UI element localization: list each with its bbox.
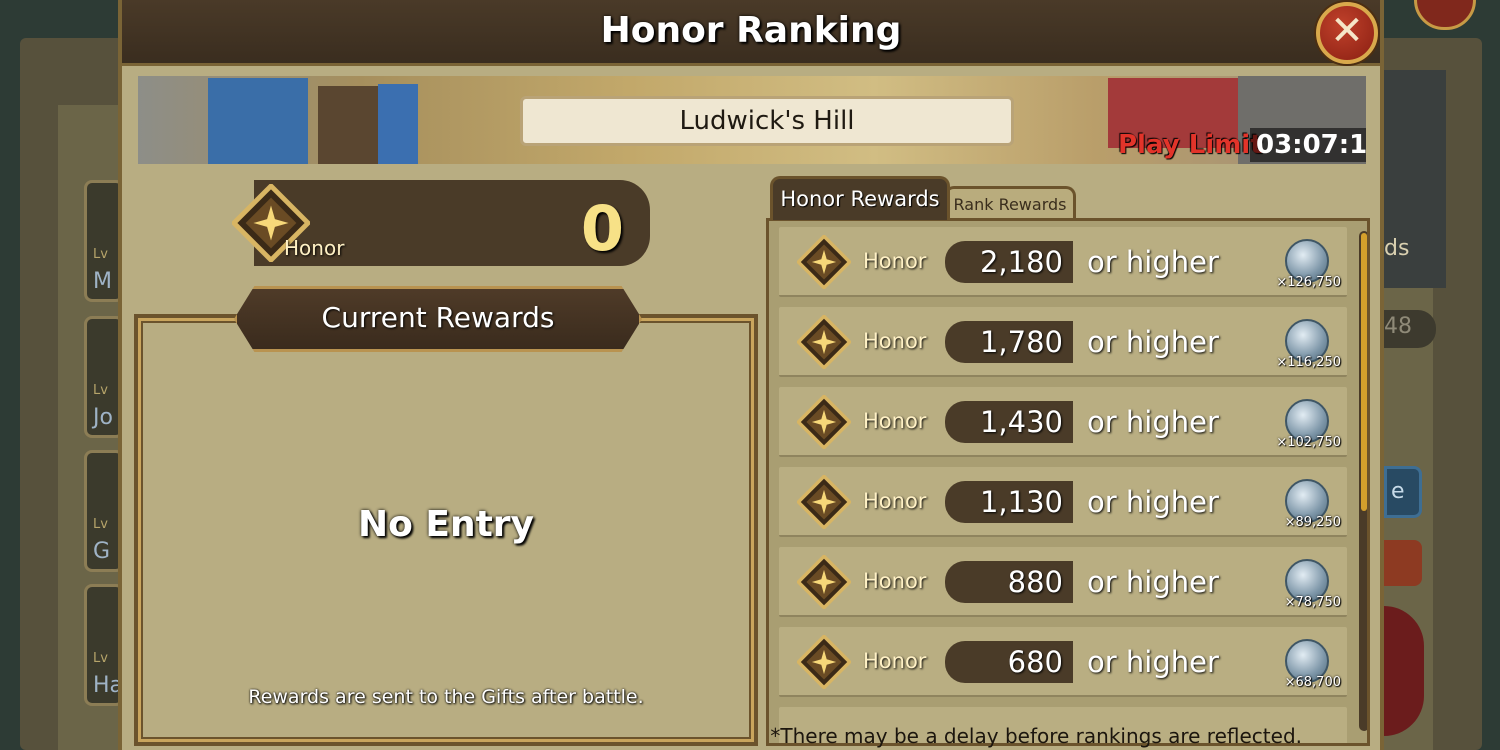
- background-red-button: [1384, 540, 1422, 586]
- background-rewards-text: ds: [1384, 236, 1410, 261]
- threshold-suffix: or higher: [1087, 485, 1219, 519]
- list-item: Honor 1,130 or higher ×89,250: [779, 467, 1347, 537]
- close-button[interactable]: ✕: [1316, 2, 1378, 64]
- background-card-level: Lv: [93, 517, 108, 532]
- modal-title: Honor Ranking: [600, 10, 902, 51]
- row-honor-label: Honor: [863, 249, 927, 273]
- list-item: Honor 2,180 or higher ×126,750: [779, 227, 1347, 297]
- honor-count: 0: [580, 192, 624, 265]
- list-item: Honor 680 or higher ×68,700: [779, 627, 1347, 697]
- honor-ranking-modal: Honor Ranking ✕ Ludwick's Hill Play Limi…: [118, 0, 1384, 750]
- threshold-suffix: or higher: [1087, 645, 1219, 679]
- honor-icon: [797, 315, 851, 369]
- honor-threshold: 680: [945, 641, 1073, 683]
- honor-icon: [797, 395, 851, 449]
- background-blue-button: e: [1384, 466, 1422, 518]
- reward-amount: ×78,750: [1284, 595, 1341, 610]
- play-limit-label: Play Limit: [1118, 130, 1263, 160]
- no-entry-text: No Entry: [357, 504, 535, 545]
- honor-threshold: 1,780: [945, 321, 1073, 363]
- honor-threshold: 1,130: [945, 481, 1073, 523]
- background-blue-button-text: e: [1391, 479, 1405, 504]
- row-honor-label: Honor: [863, 329, 927, 353]
- tab-rank-rewards[interactable]: Rank Rewards: [944, 186, 1076, 220]
- threshold-suffix: or higher: [1087, 405, 1219, 439]
- row-honor-label: Honor: [863, 569, 927, 593]
- banner-roof-illustration: [378, 84, 418, 164]
- background-red-emblem: [1384, 606, 1424, 736]
- close-icon: ✕: [1330, 8, 1364, 54]
- rewards-note: Rewards are sent to the Gifts after batt…: [248, 686, 644, 708]
- background-card-level: Lv: [93, 651, 108, 666]
- background-counter-text: 48: [1384, 314, 1412, 339]
- reward-amount: ×102,750: [1276, 435, 1341, 450]
- current-rewards-title-text: Current Rewards: [321, 301, 555, 334]
- tab-honor-rewards[interactable]: Honor Rewards: [770, 176, 950, 220]
- threshold-suffix: or higher: [1087, 245, 1219, 279]
- row-honor-label: Honor: [863, 489, 927, 513]
- row-honor-label: Honor: [863, 649, 927, 673]
- background-card-name: M: [93, 269, 112, 294]
- list-item: Honor 880 or higher ×78,750: [779, 547, 1347, 617]
- stage-name: Ludwick's Hill: [679, 106, 855, 136]
- honor-rewards-list[interactable]: Honor 2,180 or higher ×126,750 Honor 1,7…: [766, 218, 1370, 746]
- honor-threshold: 2,180: [945, 241, 1073, 283]
- tab-honor-rewards-label: Honor Rewards: [780, 187, 940, 211]
- honor-icon: [797, 635, 851, 689]
- banner-tower-illustration: [208, 78, 308, 164]
- modal-header: Honor Ranking ✕: [122, 0, 1380, 66]
- row-honor-label: Honor: [863, 409, 927, 433]
- threshold-suffix: or higher: [1087, 325, 1219, 359]
- list-item: Honor 1,430 or higher ×102,750: [779, 387, 1347, 457]
- stage-name-scroll: Ludwick's Hill: [520, 96, 1014, 146]
- reward-amount: ×126,750: [1276, 275, 1341, 290]
- reward-amount: ×89,250: [1284, 515, 1341, 530]
- delay-note: *There may be a delay before rankings ar…: [770, 724, 1302, 748]
- background-card-name: G: [93, 539, 111, 564]
- background-card-name: Jo: [93, 405, 113, 430]
- current-rewards-panel: No Entry Rewards are sent to the Gifts a…: [134, 314, 758, 746]
- list-item: Honor 1,780 or higher ×116,250: [779, 307, 1347, 377]
- stage-banner: Ludwick's Hill Play Limit 03:07:10: [138, 76, 1366, 164]
- background-counter-pill: 48: [1384, 310, 1436, 348]
- reward-amount: ×68,700: [1284, 675, 1341, 690]
- scrollbar-thumb[interactable]: [1361, 233, 1367, 511]
- threshold-suffix: or higher: [1087, 565, 1219, 599]
- background-close-button: [1414, 0, 1476, 30]
- background-card-level: Lv: [93, 383, 108, 398]
- background-map-thumbnail: ds: [1384, 70, 1446, 288]
- honor-icon: [797, 555, 851, 609]
- background-card-level: Lv: [93, 247, 108, 262]
- reward-amount: ×116,250: [1276, 355, 1341, 370]
- honor-icon: [797, 475, 851, 529]
- tab-rank-rewards-label: Rank Rewards: [953, 195, 1067, 214]
- current-rewards-title: Current Rewards: [234, 286, 642, 352]
- honor-icon: [797, 235, 851, 289]
- play-limit-timer: 03:07:10: [1250, 128, 1366, 162]
- honor-threshold: 1,430: [945, 401, 1073, 443]
- honor-threshold: 880: [945, 561, 1073, 603]
- honor-label: Honor: [284, 236, 345, 260]
